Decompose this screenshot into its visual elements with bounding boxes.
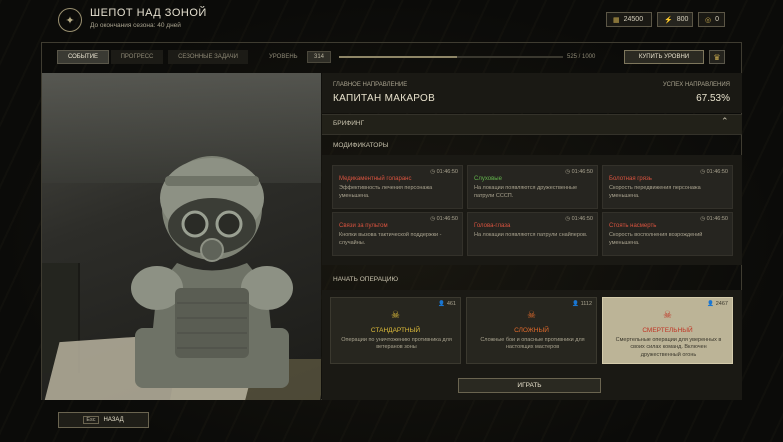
modifier-timer: ◷ 01:46:50 — [565, 216, 593, 222]
season-timer: До окончания сезона: 40 дней — [90, 22, 181, 29]
crown-icon[interactable]: ♛ — [709, 50, 725, 64]
demon-skull-icon: ☠ — [663, 310, 672, 321]
bolt-icon: ⚡ — [664, 16, 673, 24]
players-count: 👤 461 — [438, 301, 456, 307]
modifier-card[interactable]: ◷ 01:46:50 Медикаментный голаранс Эффект… — [332, 165, 463, 209]
back-button[interactable]: Esc НАЗАД — [58, 412, 149, 428]
mode-description: Операции по уничтожению противника для в… — [341, 337, 452, 351]
modifier-timer: ◷ 01:46:50 — [700, 169, 728, 175]
level-label: УРОВЕНЬ — [269, 54, 298, 60]
currency-coins-value: 24500 — [623, 16, 644, 23]
tab-progress[interactable]: ПРОГРЕСС — [111, 50, 163, 64]
modifier-name: Слуховые — [474, 176, 502, 182]
briefing-label: БРИФИНГ — [333, 120, 365, 127]
modifier-description: На локации появляются патрули снайперов. — [474, 232, 588, 238]
soldier-figure — [131, 156, 293, 388]
level-progress-text: 525 / 1000 — [567, 54, 596, 60]
direction-label: ГЛАВНОЕ НАПРАВЛЕНИЕ — [333, 82, 408, 88]
mode-deadly-card[interactable]: 👤 2467 ☠ СМЕРТЕЛЬНЫЙ Смертельные операци… — [602, 297, 733, 364]
mode-name: СМЕРТЕЛЬНЫЙ — [642, 327, 693, 334]
currency-coins[interactable]: ▦ 24500 — [606, 12, 652, 27]
skull-icon: ☠ — [391, 310, 400, 321]
modifier-card[interactable]: ◷ 01:46:50 Стоять насмерть Скорость восп… — [602, 212, 733, 256]
modifier-timer: ◷ 01:46:50 — [430, 169, 458, 175]
mode-name: СЛОЖНЫЙ — [514, 327, 549, 334]
flame-skull-icon: ☠ — [527, 310, 536, 321]
tab-season-tasks[interactable]: СЕЗОННЫЕ ЗАДАЧИ — [168, 50, 248, 64]
modifier-description: Скорость передвижения персонажа уменьшен… — [609, 185, 701, 199]
modifier-name: Стоять насмерть — [609, 223, 657, 229]
players-count: 👤 1112 — [572, 301, 592, 307]
commander-portrait — [42, 73, 321, 400]
level-progress-fill — [339, 56, 457, 58]
esc-key-hint: Esc — [83, 416, 99, 424]
operation-title: НАЧАТЬ ОПЕРАЦИЮ — [333, 276, 399, 283]
mode-name: СТАНДАРТНЫЙ — [370, 327, 421, 334]
modifier-name: Медикаментный голаранс — [339, 176, 412, 182]
mode-description: Смертельные операции для уверенных в сво… — [615, 337, 722, 358]
modifier-timer: ◷ 01:46:50 — [430, 216, 458, 222]
modifiers-title: МОДИФИКАТОРЫ — [333, 142, 389, 149]
modifier-timer: ◷ 01:46:50 — [700, 216, 728, 222]
chevron-up-icon[interactable]: ⌃ — [721, 116, 729, 127]
modifier-card[interactable]: ◷ 01:46:50 Болотная грязь Скорость перед… — [602, 165, 733, 209]
currency-token-value: 0 — [715, 16, 720, 23]
mode-description: Сложные бои и опасные противники для нас… — [480, 337, 585, 351]
modifier-description: Скорость восполнения возрождений уменьше… — [609, 232, 703, 246]
modifier-description: На локации появляются дружественные патр… — [474, 185, 578, 199]
level-progress-bar — [339, 56, 563, 58]
modifier-card[interactable]: ◷ 01:46:50 Голова-глаза На локации появл… — [467, 212, 598, 256]
modifier-description: Эффективность лечения персонажа уменьшен… — [339, 185, 433, 199]
tab-event[interactable]: СОБЫТИЕ — [57, 50, 109, 64]
back-label: НАЗАД — [103, 417, 124, 423]
currency-bolt-value: 800 — [676, 16, 689, 23]
briefing-toggle[interactable] — [322, 114, 742, 135]
direction-name: КАПИТАН МАКАРОВ — [333, 93, 436, 104]
modifier-name: Болотная грязь — [609, 176, 652, 182]
players-count: 👤 2467 — [707, 301, 728, 307]
success-label: УСПЕХ НАПРАВЛЕНИЯ — [662, 82, 730, 88]
modifier-description: Кнопки вызова тактической поддержки - сл… — [339, 232, 442, 246]
top-bar: ✦ ШЕПОТ НАД ЗОНОЙ До окончания сезона: 4… — [0, 0, 783, 40]
coins-icon: ▦ — [613, 16, 620, 24]
success-value: 67.53% — [696, 93, 730, 104]
modifier-card[interactable]: ◷ 01:46:50 Связи за пультом Кнопки вызов… — [332, 212, 463, 256]
modifier-name: Связи за пультом — [339, 223, 388, 229]
currency-token[interactable]: ◎ 0 — [698, 12, 725, 27]
modifier-card[interactable]: ◷ 01:46:50 Слуховые На локации появляютс… — [467, 165, 598, 209]
token-icon: ◎ — [705, 16, 712, 24]
modifier-timer: ◷ 01:46:50 — [565, 169, 593, 175]
currency-bolt[interactable]: ⚡ 800 — [657, 12, 693, 27]
mode-standard-card[interactable]: 👤 461 ☠ СТАНДАРТНЫЙ Операции по уничтоже… — [330, 297, 461, 364]
play-button[interactable]: ИГРАТЬ — [458, 378, 601, 393]
level-value: 314 — [307, 51, 331, 63]
mode-hard-card[interactable]: 👤 1112 ☠ СЛОЖНЫЙ Сложные бои и опасные п… — [466, 297, 597, 364]
season-emblem-icon: ✦ — [58, 8, 82, 32]
modifier-name: Голова-глаза — [474, 223, 511, 229]
buy-levels-button[interactable]: КУПИТЬ УРОВНИ — [624, 50, 704, 64]
season-title: ШЕПОТ НАД ЗОНОЙ — [90, 7, 207, 19]
event-nav-bar: СОБЫТИЕ ПРОГРЕСС СЕЗОННЫЕ ЗАДАЧИ УРОВЕНЬ… — [41, 46, 742, 68]
